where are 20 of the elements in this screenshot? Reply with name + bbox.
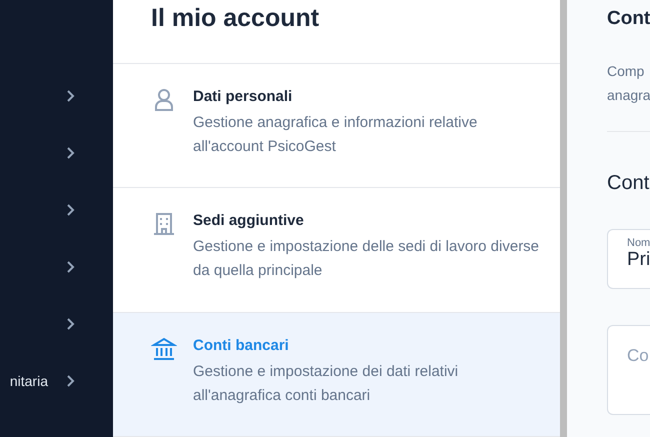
chevron-icon[interactable] <box>66 318 75 330</box>
section-title: Cont <box>607 8 650 30</box>
chevron-icon[interactable] <box>66 374 75 386</box>
chevron-icon[interactable] <box>66 260 75 272</box>
item-title: Conti bancari <box>193 336 290 354</box>
nav-label[interactable]: nitaria <box>10 372 48 388</box>
bank-icon <box>151 336 177 362</box>
building-icon <box>151 211 177 238</box>
description-text: Comp <box>607 62 646 81</box>
chevron-icon[interactable] <box>66 90 75 102</box>
item-description: Gestione e impostazione dei dati relativi all'anagrafica conti bancari <box>193 362 460 406</box>
chevron-icon[interactable] <box>66 146 75 158</box>
subsection-title: Cont <box>607 172 650 195</box>
item-title: Sedi aggiuntive <box>193 212 305 230</box>
item-description: Gestione anagrafica e informazioni relative all'account PsicoGest <box>193 113 478 158</box>
item-title: Dati personali <box>193 88 294 106</box>
item-description: Gestione e impostazione delle sedi di lavoro diverse da quella principale <box>193 237 540 282</box>
chevron-icon[interactable] <box>66 204 75 216</box>
input-field[interactable]: Nom Pri <box>607 229 650 289</box>
menu-item[interactable]: Conti bancari Gestione e impostazione dei dati relativi all'anagrafica conti bancari <box>113 312 560 437</box>
